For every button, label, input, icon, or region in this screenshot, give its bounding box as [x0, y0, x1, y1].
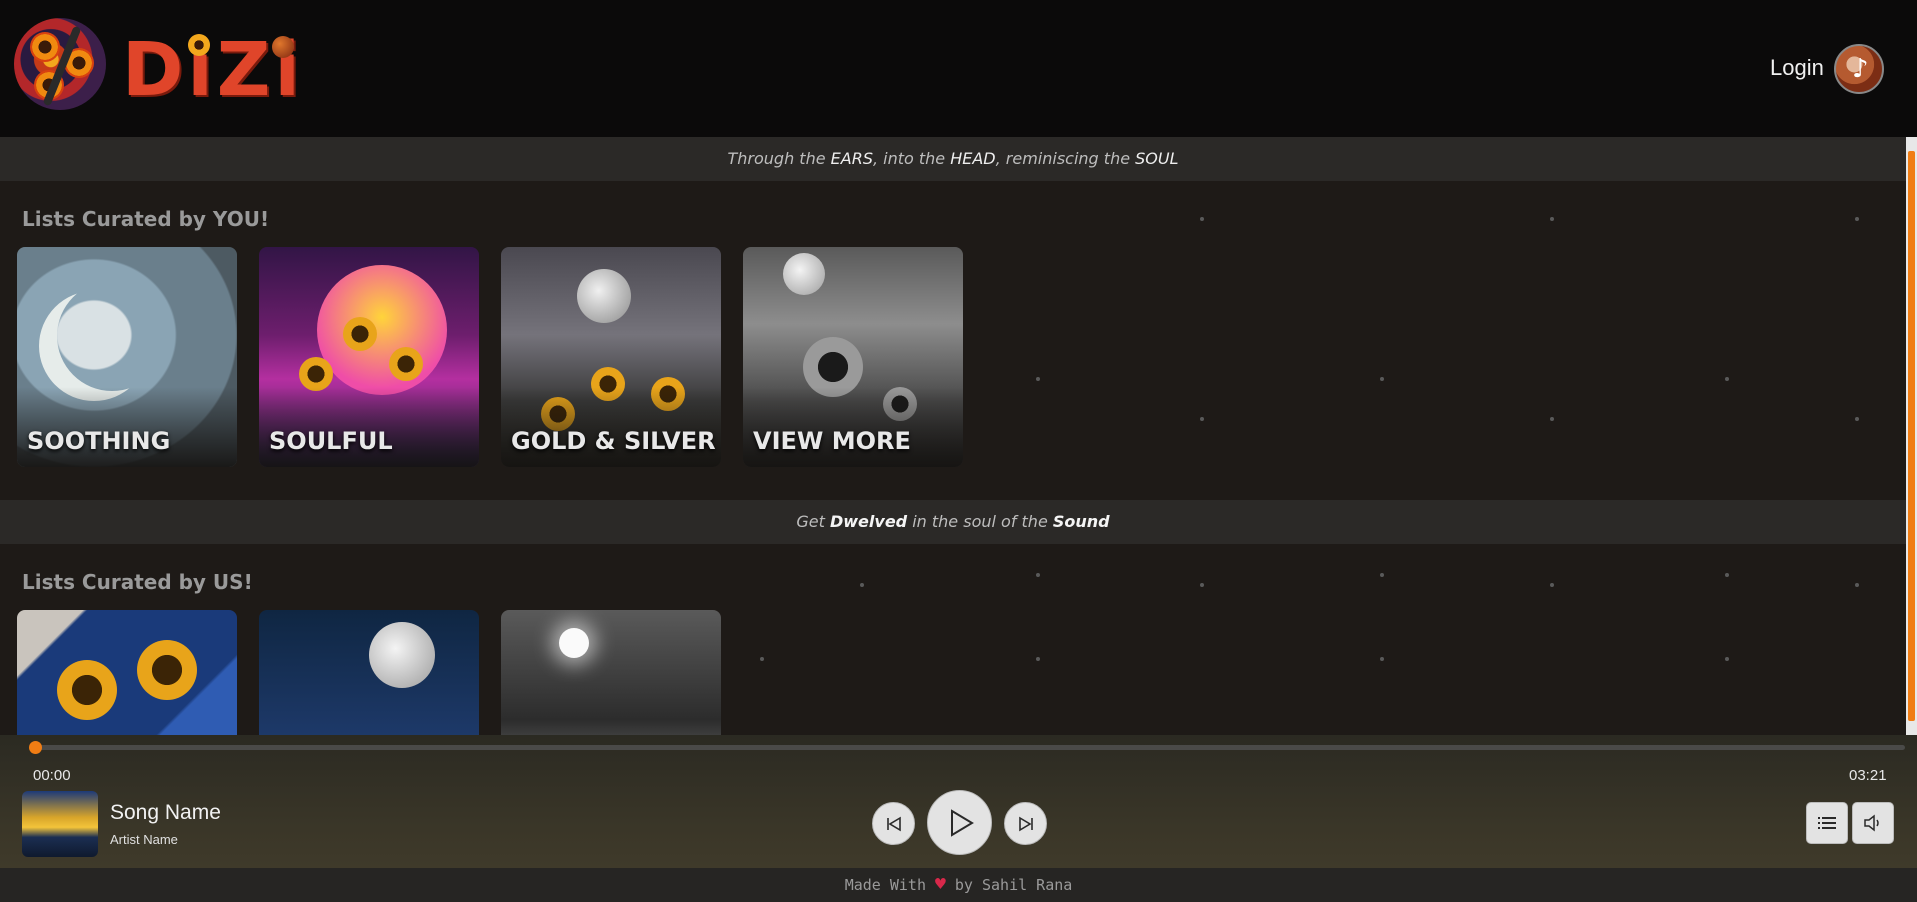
tagline-head: HEAD	[950, 149, 996, 168]
playlist-card-soothing[interactable]: SOOTHING	[17, 247, 237, 467]
next-button[interactable]	[1004, 802, 1047, 845]
tagline-text: Get	[796, 512, 830, 531]
page-scrollbar[interactable]	[1906, 137, 1917, 735]
footer-credit: by Sahil Rana	[945, 876, 1073, 894]
playlist-card-label: SOOTHING	[27, 427, 171, 455]
music-player: 00:00 03:21 Song Name Artist Name	[0, 735, 1917, 868]
list-icon	[1818, 817, 1836, 829]
volume-icon	[1864, 814, 1879, 832]
playlist-card-us-1[interactable]	[17, 610, 237, 735]
playlist-card-soulful[interactable]: SOULFUL	[259, 247, 479, 467]
album-art	[22, 791, 98, 857]
tagline-dwelved: Dwelved	[829, 512, 908, 531]
sunflower-icon	[188, 34, 210, 56]
progress-bar[interactable]	[35, 745, 1905, 750]
tagline-banner: Through the EARS, into the HEAD, reminis…	[0, 137, 1906, 181]
section-title-you: Lists Curated by YOU!	[22, 207, 270, 231]
tagline-text: , into the	[872, 149, 951, 168]
tagline-soul: SOUL	[1135, 149, 1179, 168]
previous-button[interactable]	[872, 802, 915, 845]
play-button[interactable]	[927, 790, 992, 855]
progress-handle[interactable]	[29, 741, 42, 754]
volume-button[interactable]	[1852, 802, 1894, 844]
playlist-card-label: GOLD & SILVER	[511, 427, 716, 455]
tagline-text: Through the	[727, 149, 831, 168]
artist-name: Artist Name	[110, 832, 178, 847]
main-content: Through the EARS, into the HEAD, reminis…	[0, 137, 1906, 735]
site-header: DiZi Login ♪	[0, 0, 1917, 137]
skip-previous-icon	[886, 816, 901, 831]
skip-next-icon	[1018, 816, 1033, 831]
login-link[interactable]: Login	[1770, 55, 1824, 81]
playlist-card-label: SOULFUL	[269, 427, 393, 455]
playlist-card-gold-silver[interactable]: GOLD & SILVER	[501, 247, 721, 467]
total-time: 03:21	[1849, 767, 1887, 784]
playlist-card-us-2[interactable]	[259, 610, 479, 735]
tagline-text: in the soul of the	[907, 512, 1053, 531]
music-note-icon: ♪	[1852, 54, 1869, 84]
current-time: 00:00	[33, 767, 71, 784]
play-icon	[950, 808, 974, 837]
section-title-us: Lists Curated by US!	[22, 570, 253, 594]
scrollbar-thumb[interactable]	[1908, 151, 1915, 721]
playlist-card-view-more[interactable]: VIEW MORE	[743, 247, 963, 467]
logo-wordmark[interactable]: DiZi	[122, 30, 304, 110]
tagline-banner-2: Get Dwelved in the soul of the Sound	[0, 500, 1906, 544]
user-avatar[interactable]: ♪	[1834, 44, 1884, 94]
tagline-ears: EARS	[830, 149, 873, 168]
site-footer: Made With ♥ by Sahil Rana	[0, 868, 1917, 902]
tagline-text: , reminiscing the	[995, 149, 1136, 168]
song-title: Song Name	[110, 801, 221, 824]
tagline-sound: Sound	[1052, 512, 1110, 531]
logo-icon[interactable]	[14, 18, 106, 110]
heart-icon: ♥	[935, 874, 946, 895]
playlist-card-label: VIEW MORE	[753, 427, 911, 455]
footer-text: Made With	[844, 876, 936, 894]
playlist-card-us-3[interactable]	[501, 610, 721, 735]
queue-button[interactable]	[1806, 802, 1848, 844]
moon-icon	[272, 36, 294, 58]
